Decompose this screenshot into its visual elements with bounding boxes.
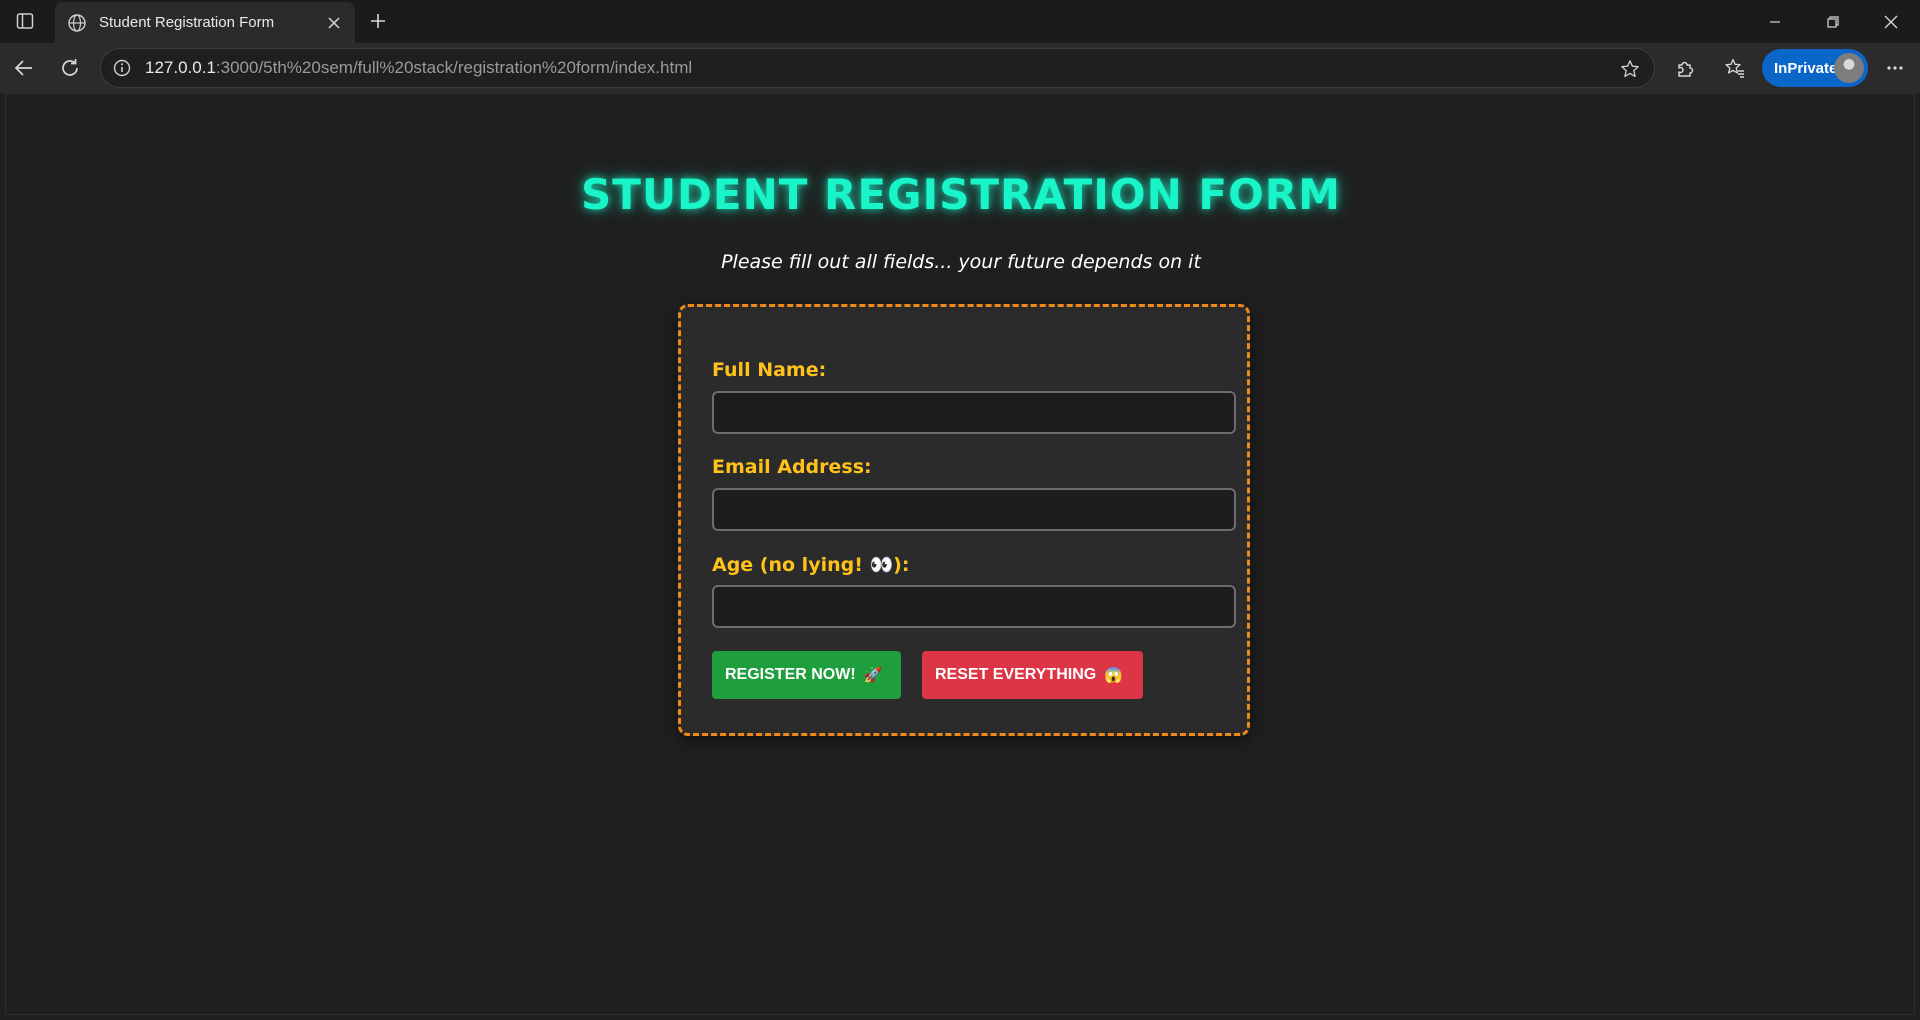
reset-button-label: RESET EVERYTHING <box>935 666 1097 683</box>
close-window-icon[interactable] <box>1862 0 1920 43</box>
restore-icon[interactable] <box>1804 0 1862 43</box>
tab-actions-icon[interactable] <box>8 6 42 36</box>
back-arrow-icon[interactable] <box>6 50 42 86</box>
url-path: :3000/5th%20sem/full%20stack/registratio… <box>215 58 693 77</box>
avatar <box>1834 53 1864 83</box>
favorites-icon[interactable] <box>1717 50 1753 86</box>
inprivate-badge[interactable]: InPrivate <box>1762 49 1868 87</box>
page-title: STUDENT REGISTRATION FORM <box>581 170 1341 219</box>
email-label: Email Address: <box>712 456 872 478</box>
minimize-icon[interactable] <box>1746 0 1804 43</box>
globe-icon <box>65 11 89 35</box>
age-field[interactable] <box>712 585 1236 628</box>
browser-tab[interactable]: Student Registration Form <box>55 2 355 43</box>
tab-strip: Student Registration Form <box>0 0 1920 43</box>
screaming-face-icon: 😱 <box>1104 667 1123 684</box>
full-name-label: Full Name: <box>712 359 827 381</box>
register-button[interactable]: REGISTER NOW! 🚀 <box>712 651 901 699</box>
refresh-icon[interactable] <box>52 50 88 86</box>
address-bar[interactable]: 127.0.0.1:3000/5th%20sem/full%20stack/re… <box>100 48 1655 88</box>
age-label: Age (no lying! 👀): <box>712 554 910 576</box>
rocket-icon: 🚀 <box>863 667 883 684</box>
close-icon[interactable] <box>321 10 347 36</box>
url-host: 127.0.0.1 <box>145 58 216 77</box>
plus-icon[interactable] <box>362 5 394 37</box>
browser-toolbar: 127.0.0.1:3000/5th%20sem/full%20stack/re… <box>0 43 1920 93</box>
url-text: 127.0.0.1:3000/5th%20sem/full%20stack/re… <box>145 58 692 78</box>
full-name-field[interactable] <box>712 391 1236 434</box>
more-icon[interactable] <box>1877 50 1913 86</box>
inprivate-label: InPrivate <box>1774 59 1838 77</box>
register-button-label: REGISTER NOW! <box>725 666 856 683</box>
star-icon[interactable] <box>1618 57 1642 81</box>
info-icon[interactable] <box>111 57 133 79</box>
puzzle-icon[interactable] <box>1667 50 1703 86</box>
email-field[interactable] <box>712 488 1236 531</box>
reset-button[interactable]: RESET EVERYTHING 😱 <box>922 651 1143 699</box>
tab-title: Student Registration Form <box>99 14 275 31</box>
page-subtitle: Please fill out all fields... your futur… <box>721 251 1201 273</box>
registration-form: Full Name: Email Address: Age (no lying!… <box>678 304 1250 736</box>
page-viewport: STUDENT REGISTRATION FORM Please fill ou… <box>5 93 1915 1015</box>
